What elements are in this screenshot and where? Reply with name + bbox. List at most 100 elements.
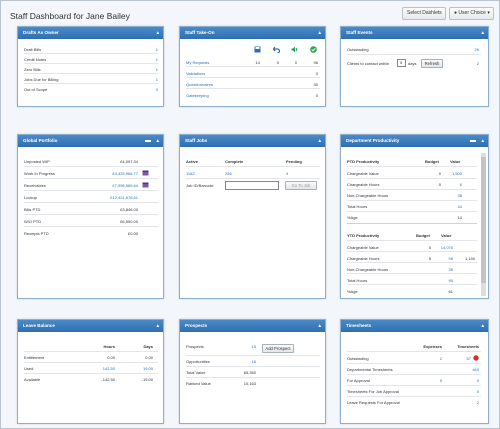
active-value[interactable]: 1162 — [186, 171, 195, 176]
drafts-header: Drafts As Owner ▴ — [18, 27, 163, 39]
complete-value[interactable]: 256 — [225, 171, 232, 176]
leave-row-hours: 0.00 — [107, 355, 115, 360]
timesheets-row-label: Leave Requests For Approval — [347, 400, 400, 405]
timesheets-row-expenses[interactable]: 5 — [426, 378, 442, 383]
ytd-row-value[interactable]: 95 — [436, 256, 453, 261]
pending-value[interactable]: 4 — [286, 171, 288, 176]
drafts-value-zero-bills[interactable]: 1 — [138, 67, 158, 72]
collapse-icon[interactable]: ▴ — [156, 27, 159, 39]
user-choice-button[interactable]: ● User Choice ▾ — [449, 7, 494, 20]
events-widget: Staff Events ▴ Outstanding 29 Clients to … — [340, 26, 489, 107]
timesheets-row-value[interactable]: 57 — [455, 356, 471, 361]
leave-header: Leave Balance ▴ — [18, 320, 163, 332]
collapse-icon[interactable]: ▴ — [481, 135, 484, 147]
ytd-value-header: Value — [441, 233, 452, 238]
ptd-row-label: %Age — [347, 215, 358, 220]
unposted-wip-label: Unposted WIP — [24, 159, 50, 164]
select-dashlets-button[interactable]: Select Dashlets — [402, 7, 446, 20]
drafts-label-jobs-due: Jobs Due for Billing — [24, 77, 59, 82]
drafts-value-draft-bills[interactable]: 1 — [138, 47, 158, 52]
scrollbar-thumb[interactable] — [481, 157, 486, 283]
receipts-ptd-label: Receipts PTD — [24, 231, 49, 236]
days-input[interactable]: 5 — [397, 59, 406, 67]
receipts-ptd-value: £0.00 — [127, 231, 138, 236]
ptd-row-value[interactable]: 1,500 — [445, 171, 462, 176]
clients-contact-label: Clients to contact within — [347, 61, 390, 66]
my-requests-link[interactable]: My Requests — [186, 60, 209, 65]
leave-row-hours[interactable]: 142.50 — [88, 366, 115, 371]
ptd-row-value[interactable]: 44 — [445, 204, 462, 209]
drafts-value-out-of-scope[interactable]: 0 — [138, 87, 158, 92]
drafts-value-credit-notes[interactable]: 1 — [138, 57, 158, 62]
ytd-row-value[interactable]: 90 — [436, 278, 453, 283]
collapse-icon[interactable]: ▴ — [481, 27, 484, 39]
job-barcode-input[interactable] — [225, 181, 279, 190]
timesheets-row-label: Timesheets For Job Approval — [347, 389, 399, 394]
collapse-icon[interactable]: ▴ — [156, 320, 159, 332]
ptd-row-value: 14 — [457, 215, 462, 220]
timesheets-row-value[interactable]: 2 — [459, 400, 479, 405]
lockup-value[interactable]: £12,421,676.61 — [88, 195, 138, 200]
ptd-budget-header: Budget — [425, 159, 439, 164]
ytd-header: YTD Productivity — [347, 233, 380, 238]
timesheets-row-value[interactable]: 463 — [459, 367, 479, 372]
collapse-icon[interactable]: ▴ — [318, 320, 321, 332]
timesheets-row-value[interactable]: 0 — [459, 389, 479, 394]
go-to-job-button[interactable]: Go To Job — [285, 181, 317, 190]
validations-link[interactable]: Validations — [186, 71, 205, 76]
ptd-row-budget: 0 — [438, 182, 441, 187]
timesheets-row-expenses[interactable]: 2 — [426, 356, 442, 361]
gatekeeping-link[interactable]: Gatekeeping — [186, 93, 209, 98]
calendar-icon[interactable] — [142, 170, 149, 176]
ytd-row-label: Chargeable Hours — [347, 256, 380, 261]
ytd-row-extra: 1,190 — [464, 256, 475, 261]
menu-icon[interactable] — [145, 140, 151, 142]
questionnaires-link[interactable]: Questionnaires — [186, 82, 213, 87]
days-header: Days — [143, 344, 153, 349]
menu-icon[interactable] — [470, 140, 476, 142]
collapse-icon[interactable]: ▴ — [318, 27, 321, 39]
timesheets-row-value[interactable]: 0 — [459, 378, 479, 383]
prospects-row-label: Prospects — [186, 344, 204, 349]
outstanding-value[interactable]: 29 — [461, 47, 479, 52]
clients-contact-value[interactable]: 2 — [461, 61, 479, 66]
prospects-row-value[interactable]: 16 — [240, 359, 256, 364]
ytd-row-budget: 5 — [428, 245, 431, 250]
jobs-header: Staff Jobs ▴ — [180, 135, 325, 147]
receivables-value[interactable]: £7,995,589.64 — [88, 183, 138, 188]
portfolio-header: Global Portfolio ▴ — [18, 135, 163, 147]
prospects-row-value: 10,163 — [243, 381, 256, 386]
ytd-row-value[interactable]: 35 — [436, 267, 453, 272]
prospects-row-label: Total Value — [186, 370, 206, 375]
ytd-row-value[interactable]: 14,070 — [436, 245, 453, 250]
ytd-row-value: 61 — [448, 289, 453, 294]
timesheets-row-label: Outstanding — [347, 356, 369, 361]
ptd-row-value[interactable]: 6 — [445, 182, 462, 187]
add-prospect-button[interactable]: Add Prospect — [262, 344, 294, 353]
wip-label: Work In Progress — [24, 171, 55, 176]
collapse-icon[interactable]: ▴ — [156, 135, 159, 147]
ytd-row-label: Non-Chargeable Hours — [347, 267, 389, 272]
days-label: days — [408, 61, 417, 66]
ptd-row-value[interactable]: 38 — [445, 193, 462, 198]
drafts-value-jobs-due[interactable]: 1 — [138, 77, 158, 82]
wip-value[interactable]: £4,425,966.77 — [88, 171, 138, 176]
drafts-label-credit-notes: Credit Notes — [24, 57, 47, 62]
collapse-icon[interactable]: ▴ — [481, 320, 484, 332]
refresh-button[interactable]: Refresh — [421, 59, 443, 68]
ptd-header: PTD Productivity — [347, 159, 380, 164]
prospects-row-value[interactable]: 15 — [240, 344, 256, 349]
calendar-icon[interactable] — [142, 182, 149, 188]
dept-title: Department Productivity — [346, 138, 400, 143]
pending-header: Pending — [286, 159, 302, 164]
dept-productivity-widget: Department Productivity ▴ PTD Productivit… — [340, 134, 489, 299]
drafts-label-zero-bills: Zero Bills — [24, 67, 41, 72]
leave-row-days[interactable]: 19.00 — [128, 366, 153, 371]
lockup-label: Lockup — [24, 195, 37, 200]
ytd-row-label: %Age — [347, 289, 358, 294]
timesheets-title: Timesheets — [346, 323, 372, 328]
alert-icon — [473, 355, 479, 361]
scrollbar[interactable] — [481, 153, 486, 296]
ptd-row-label: Total Hours — [347, 204, 368, 209]
collapse-icon[interactable]: ▴ — [318, 135, 321, 147]
